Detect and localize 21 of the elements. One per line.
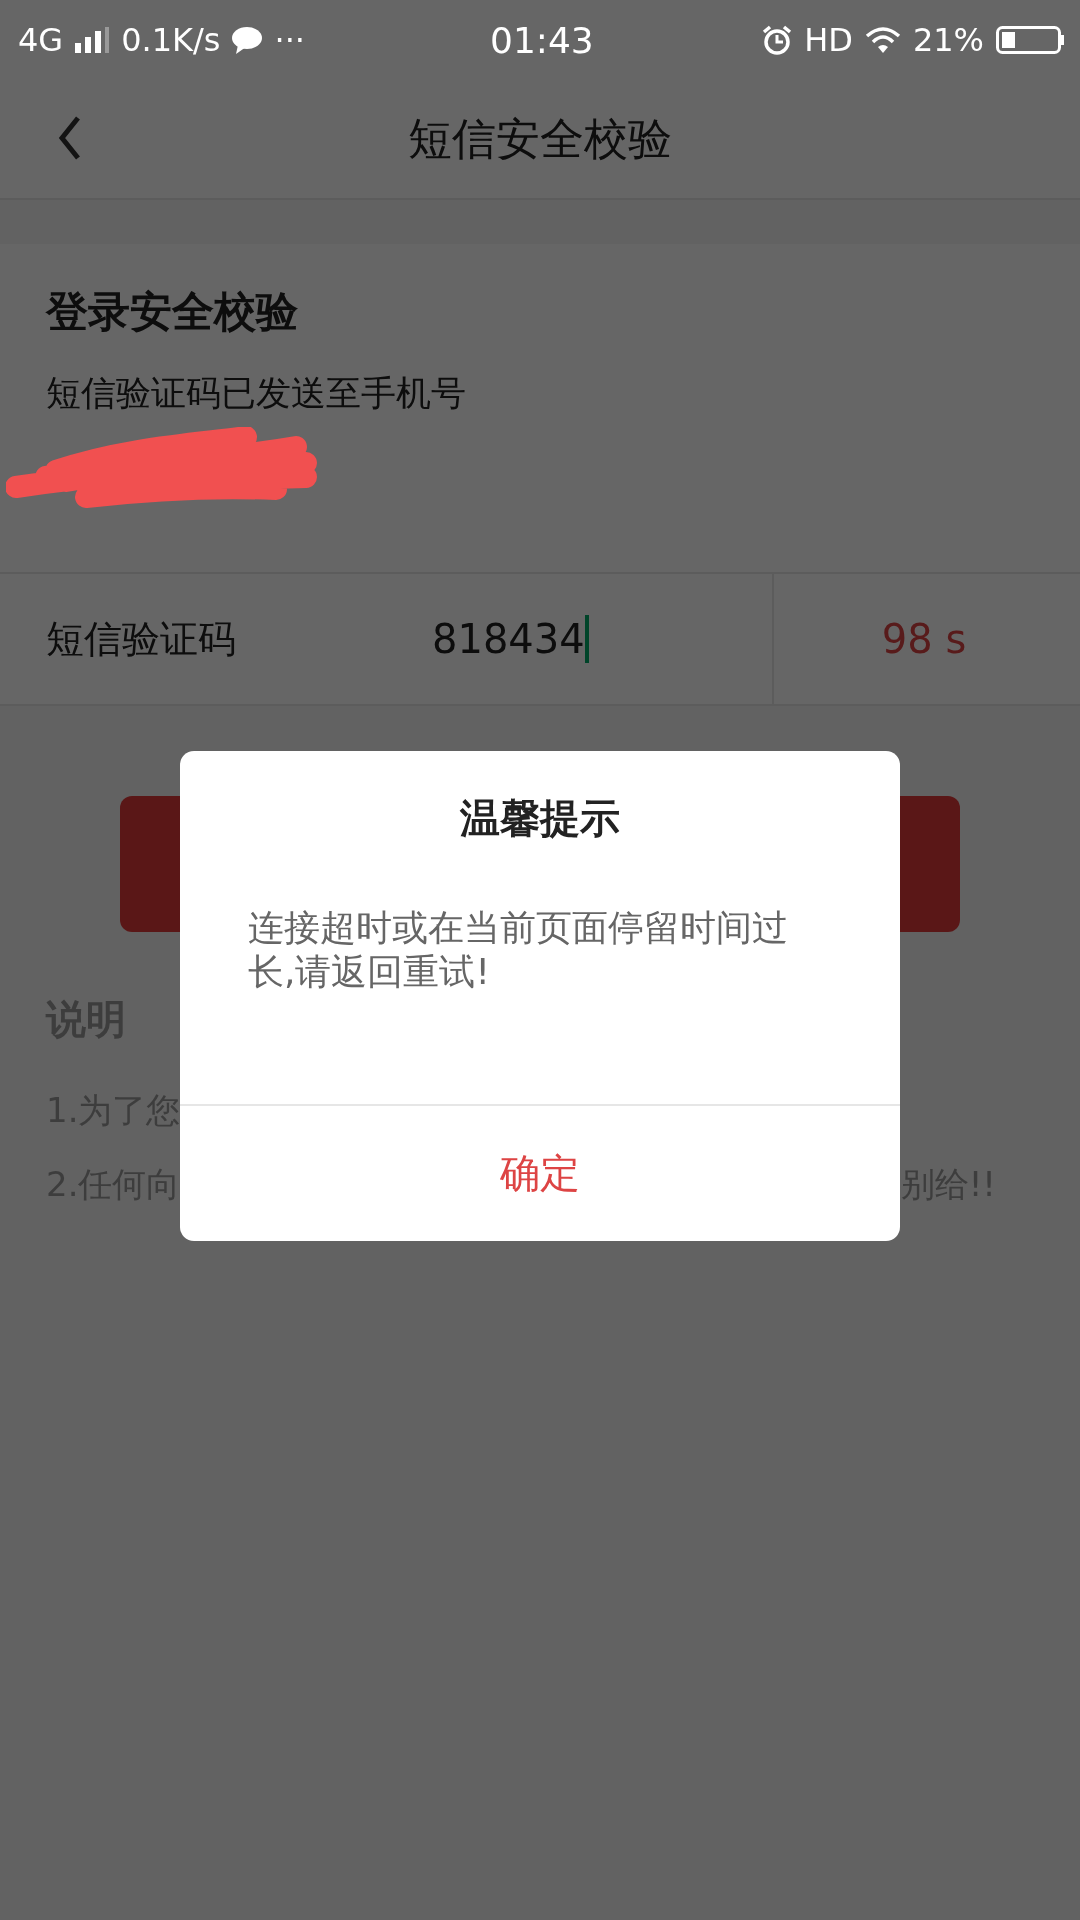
code-input[interactable]: 818434 bbox=[432, 615, 772, 663]
clock-time: 01:43 bbox=[490, 19, 594, 61]
battery-percent: 21% bbox=[912, 21, 984, 59]
chat-bubble-icon bbox=[232, 26, 263, 54]
page-title: 短信安全校验 bbox=[408, 111, 672, 166]
battery-icon bbox=[996, 26, 1064, 54]
field-label: 短信验证码 bbox=[46, 615, 237, 663]
ok-button[interactable]: 确定 bbox=[180, 1104, 900, 1241]
text-cursor bbox=[584, 615, 589, 663]
network-type: 4G bbox=[18, 21, 64, 59]
wifi-icon bbox=[864, 26, 901, 54]
network-speed: 0.1K/s bbox=[121, 21, 221, 59]
sent-to-text: 短信验证码已发送至手机号 bbox=[46, 372, 466, 415]
signal-icon bbox=[75, 27, 110, 53]
hd-indicator: HD bbox=[804, 21, 853, 59]
more-dots: ··· bbox=[274, 21, 305, 59]
section-title: 登录安全校验 bbox=[46, 286, 298, 338]
countdown-button[interactable]: 98 s bbox=[772, 574, 1074, 704]
alarm-clock-icon bbox=[762, 25, 793, 55]
dialog-title: 温馨提示 bbox=[460, 794, 620, 843]
dialog-message: 连接超时或在当前页面停留时间过长,请返回重试! bbox=[248, 906, 789, 994]
